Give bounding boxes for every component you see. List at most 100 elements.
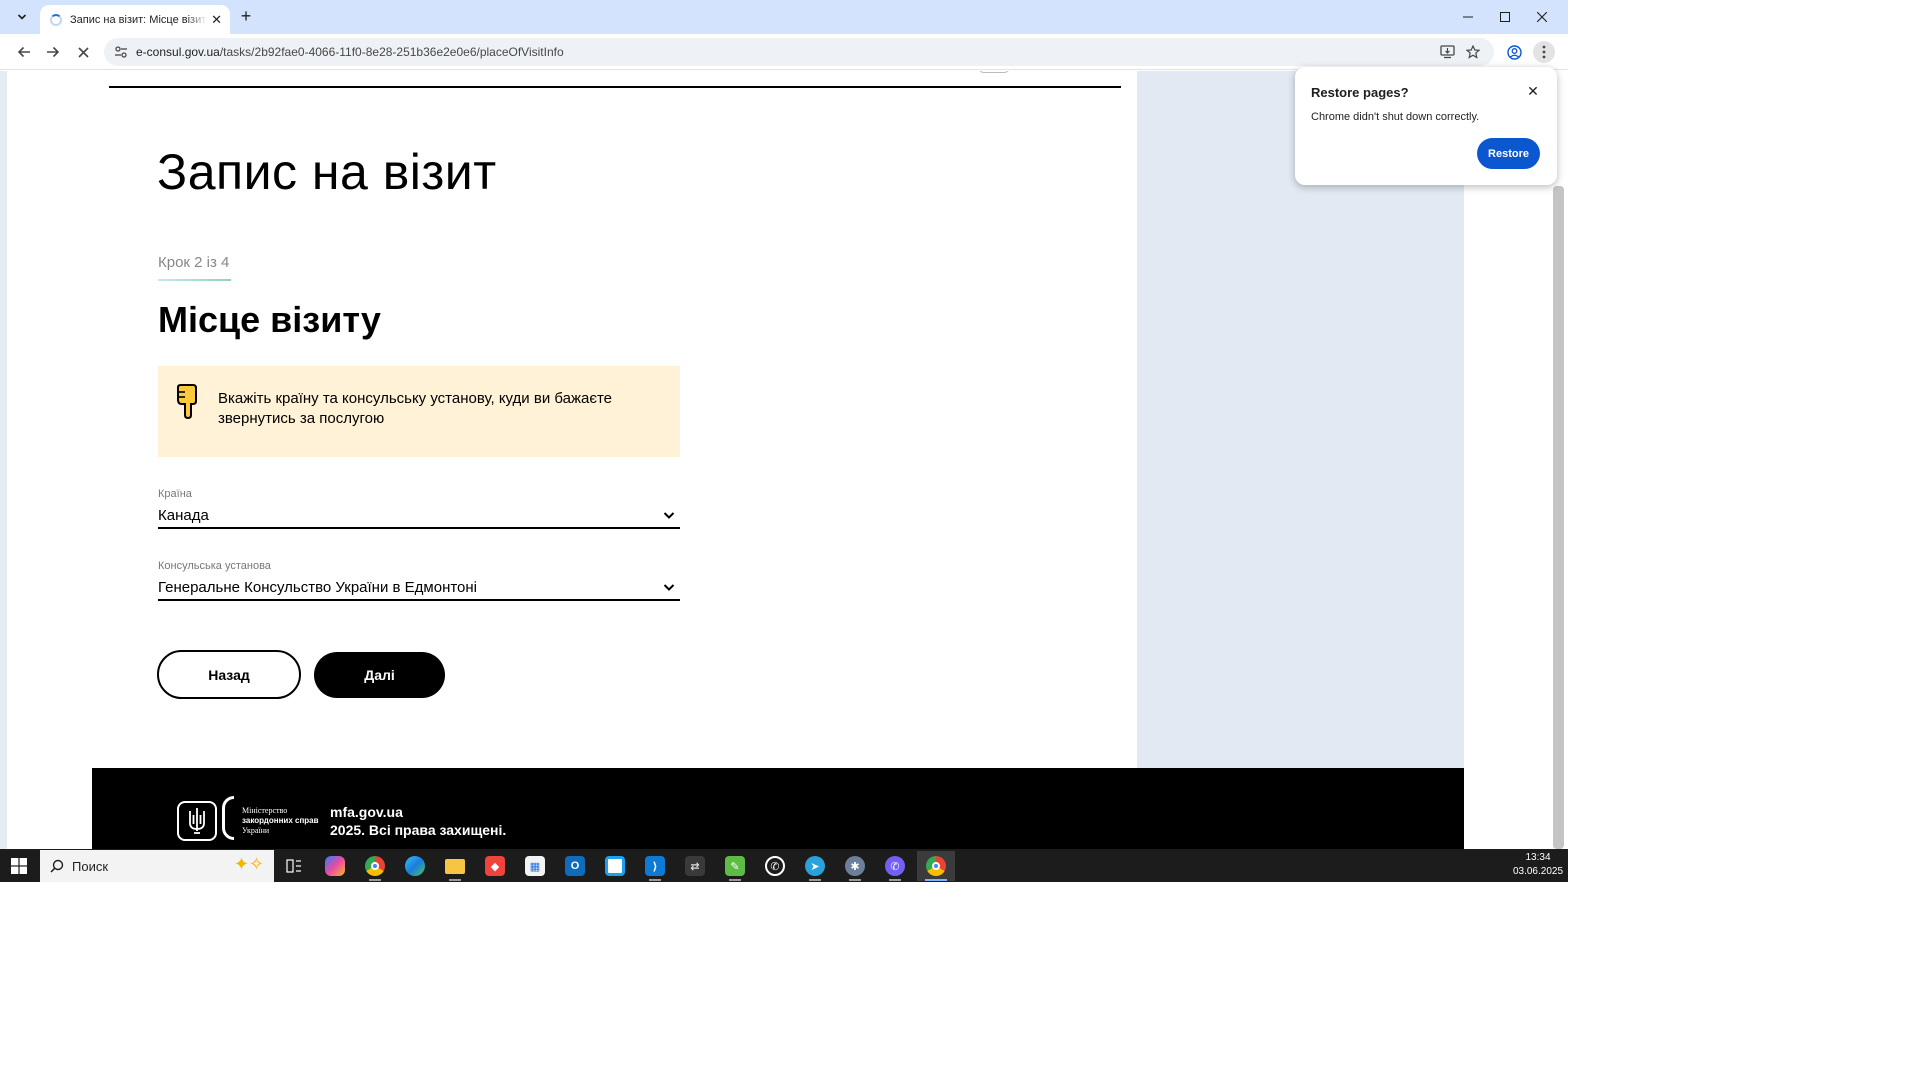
viber-icon: ✆ [885, 856, 905, 876]
taskbar-snipping-tool[interactable] [597, 851, 633, 881]
address-bar[interactable]: e-consul.gov.ua/tasks/2b92fae0-4066-11f0… [104, 38, 1494, 66]
browser-toolbar: e-consul.gov.ua/tasks/2b92fae0-4066-11f0… [0, 34, 1568, 70]
chevron-down-icon [663, 584, 675, 591]
notepad-icon: ✎ [725, 856, 745, 876]
restore-dialog-message: Chrome didn't shut down correctly. [1311, 111, 1480, 123]
step-progress-underline [158, 279, 231, 281]
country-select[interactable]: Канада [158, 503, 680, 529]
step-indicator: Крок 2 із 4 [158, 254, 230, 271]
browser-tab-active[interactable]: Запис на візит: Місце візиту - e-Консул … [40, 5, 230, 34]
taskbar-outlook[interactable]: O [557, 851, 593, 881]
taskbar-store[interactable]: ▦ [517, 851, 553, 881]
start-button[interactable] [0, 849, 38, 882]
back-step-button[interactable]: Назад [157, 650, 301, 699]
copilot-icon [325, 856, 345, 876]
taskbar-file-explorer[interactable] [437, 851, 473, 881]
anydesk-icon: ◆ [485, 856, 505, 876]
task-view-button[interactable] [276, 851, 312, 881]
taskbar-anydesk[interactable]: ◆ [477, 851, 513, 881]
taskbar-vscode[interactable]: ⟩ [637, 851, 673, 881]
header-language-switch[interactable] [978, 71, 1010, 73]
taskbar-clock[interactable]: 13:34 03.06.2025 [1512, 851, 1564, 879]
minimize-icon [1463, 16, 1473, 18]
remote-desktop-icon: ⇄ [685, 856, 705, 876]
profile-avatar-icon[interactable] [1504, 42, 1524, 62]
trident-emblem-icon [177, 801, 217, 841]
taskbar-search-placeholder: Поиск [72, 858, 109, 874]
arrow-left-icon [17, 46, 30, 58]
next-step-button[interactable]: Далі [314, 652, 445, 698]
copilot-sparkle-icon: ✦✧ [233, 854, 264, 874]
tab-title: Запис на візит: Місце візиту - e-Консул [70, 13, 207, 26]
ministry-name-line1: Міністерство [242, 806, 288, 815]
app-icon: ✱ [845, 856, 865, 876]
taskbar-pinned-app[interactable]: ✱ [837, 851, 873, 881]
taskbar-chrome-profile[interactable] [357, 851, 393, 881]
store-icon: ▦ [525, 856, 545, 876]
taskbar-remote-desktop[interactable]: ⇄ [677, 851, 713, 881]
close-icon [77, 46, 89, 58]
install-app-icon[interactable] [1437, 42, 1457, 62]
forward-button[interactable] [40, 40, 66, 64]
scrollbar-thumb[interactable] [1553, 186, 1564, 849]
section-title: Місце візиту [158, 299, 381, 340]
close-icon [1537, 12, 1547, 22]
site-footer: Міністерство закордонних справ України m… [92, 768, 1464, 849]
site-settings-icon[interactable] [112, 43, 130, 61]
browser-menu-button[interactable] [1533, 41, 1555, 63]
clock-time: 13:34 [1525, 852, 1551, 863]
edge-icon [405, 856, 425, 876]
taskbar-copilot[interactable] [317, 851, 353, 881]
taskbar-viber[interactable]: ✆ [877, 851, 913, 881]
taskbar-telegram[interactable]: ➤ [797, 851, 833, 881]
whatsapp-icon: ✆ [765, 856, 785, 876]
taskbar-edge[interactable] [397, 851, 433, 881]
outlook-icon: O [565, 856, 585, 876]
snipping-tool-icon [605, 856, 625, 876]
stop-loading-button[interactable] [70, 40, 96, 64]
chrome-icon [365, 856, 385, 876]
footer-copyright: 2025. Всі права захищені. [330, 822, 507, 838]
telegram-icon: ➤ [805, 856, 825, 876]
close-window-button[interactable] [1527, 7, 1557, 27]
info-notice-text: Вкажіть країну та консульську установу, … [218, 390, 613, 427]
chevron-down-icon [17, 14, 27, 20]
consulate-label: Консульська установа [158, 560, 271, 572]
page-left-margin [0, 71, 7, 849]
folder-icon [445, 858, 465, 874]
vscode-icon: ⟩ [645, 856, 665, 876]
maximize-button[interactable] [1490, 7, 1520, 27]
consulate-select-value: Генеральне Консульство України в Едмонто… [158, 578, 478, 596]
url-text: e-consul.gov.ua/tasks/2b92fae0-4066-11f0… [136, 45, 564, 59]
chevron-down-icon [663, 512, 675, 519]
back-button[interactable] [11, 40, 37, 64]
url-host: e-consul.gov.ua [136, 45, 220, 59]
browser-tab-bar: Запис на візит: Місце візиту - e-Консул … [0, 0, 1568, 34]
pointing-down-hand-icon [177, 384, 197, 420]
taskbar-notepad[interactable]: ✎ [717, 851, 753, 881]
header-divider [109, 86, 1121, 88]
footer-site-link[interactable]: mfa.gov.ua [330, 804, 403, 820]
tab-search-button[interactable] [10, 7, 34, 27]
ministry-logo-mark [222, 796, 234, 840]
page-viewport: Запис на візит Крок 2 із 4 Місце візиту … [0, 71, 1568, 849]
chrome-icon [926, 856, 946, 876]
close-icon[interactable]: ✕ [1525, 83, 1541, 99]
new-tab-button[interactable]: + [236, 6, 256, 26]
maximize-icon [1500, 12, 1510, 22]
taskbar-whatsapp[interactable]: ✆ [757, 851, 793, 881]
clock-date: 03.06.2025 [1512, 866, 1564, 877]
ministry-name-line2: закордонних справ [242, 816, 319, 825]
more-vertical-icon [1542, 45, 1546, 59]
tab-close-icon[interactable]: ✕ [211, 12, 222, 28]
taskbar-search-box[interactable]: Поиск ✦✧ [40, 850, 274, 882]
arrow-right-icon [47, 46, 60, 58]
restore-pages-dialog: Restore pages? Chrome didn't shut down c… [1295, 67, 1557, 185]
restore-button[interactable]: Restore [1477, 138, 1540, 169]
search-icon [50, 859, 64, 873]
minimize-button[interactable] [1453, 7, 1483, 27]
loading-spinner-icon [50, 13, 62, 26]
taskbar-chrome[interactable] [917, 851, 955, 881]
consulate-select[interactable]: Генеральне Консульство України в Едмонто… [158, 575, 680, 601]
bookmark-star-icon[interactable] [1463, 42, 1483, 62]
